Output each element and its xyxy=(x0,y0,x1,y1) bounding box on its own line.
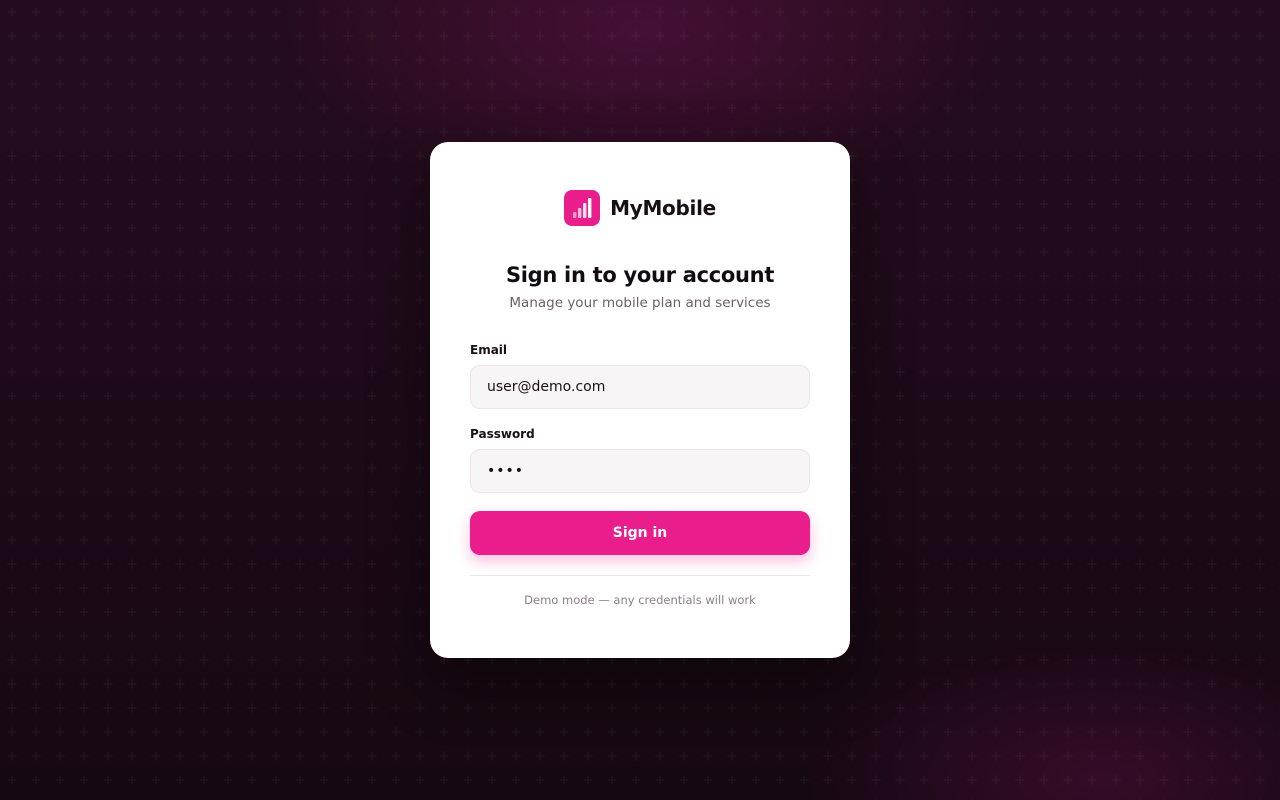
password-field[interactable] xyxy=(470,449,810,493)
brand: MyMobile xyxy=(470,190,810,226)
brand-name: MyMobile xyxy=(610,196,716,220)
page-subtitle: Manage your mobile plan and services xyxy=(509,295,771,311)
signal-bars-icon xyxy=(564,190,601,226)
login-card: MyMobile Sign in to your account Manage … xyxy=(430,142,850,658)
email-field[interactable] xyxy=(470,365,810,409)
page-title: Sign in to your account xyxy=(505,263,775,287)
divider xyxy=(470,575,810,576)
password-label: Password xyxy=(470,427,535,441)
demo-mode-note: Demo mode — any credentials will work xyxy=(524,593,756,607)
sign-in-button[interactable]: Sign in xyxy=(470,511,810,555)
email-label: Email xyxy=(470,343,508,357)
